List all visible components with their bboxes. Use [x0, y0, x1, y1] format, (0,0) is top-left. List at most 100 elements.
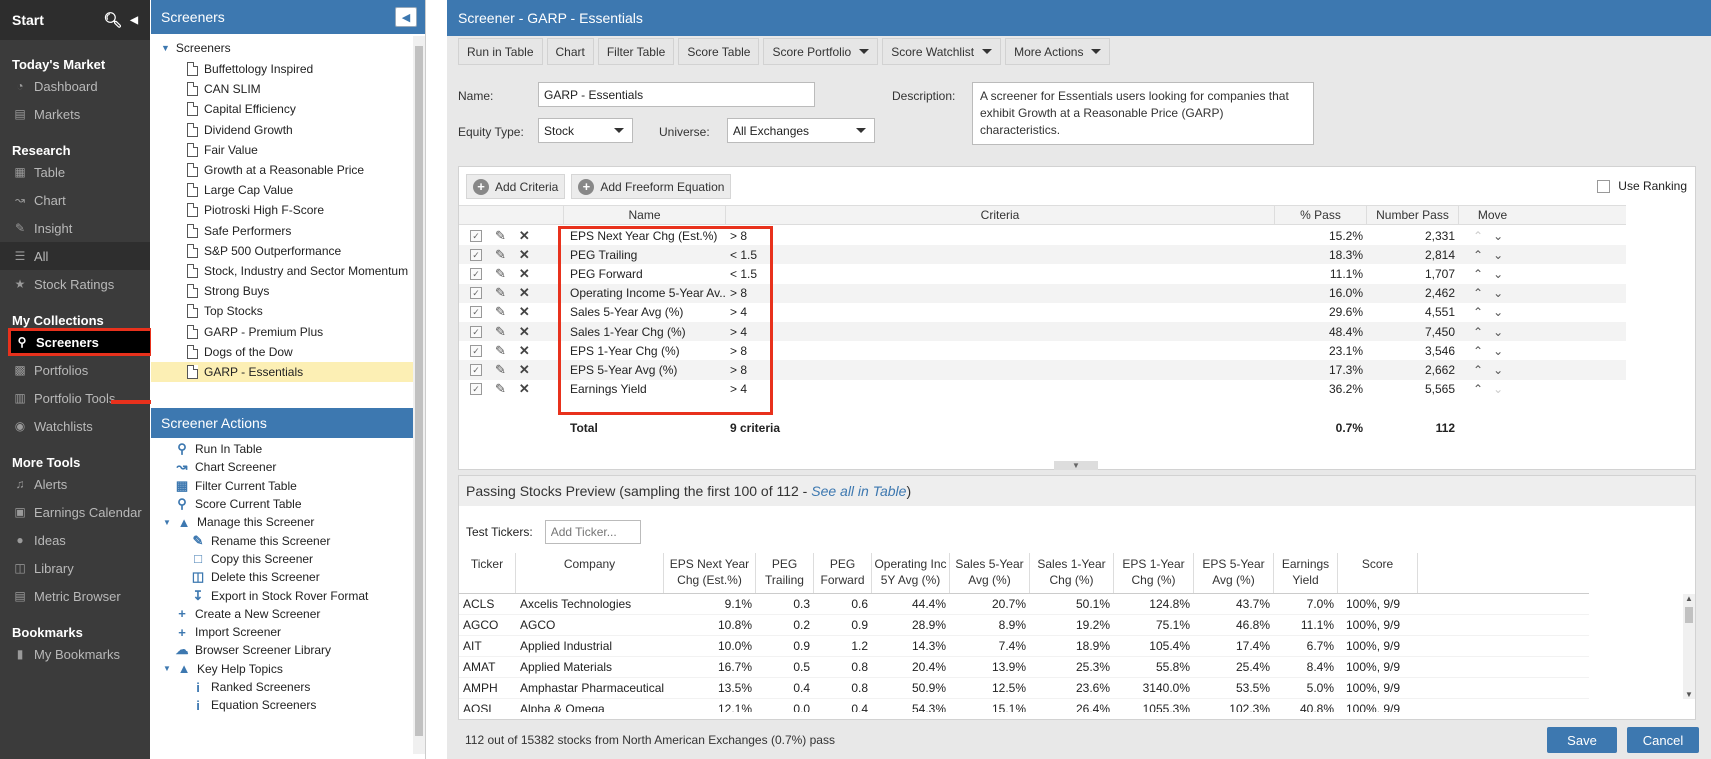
edit-icon[interactable]: ✎: [495, 343, 506, 359]
checkbox-icon[interactable]: ✓: [470, 229, 482, 242]
criteria-value[interactable]: > 8: [726, 286, 1275, 300]
action-delete-this-screener[interactable]: ◫ Delete this Screener: [163, 568, 425, 586]
move-down-icon[interactable]: ⌄: [1493, 248, 1503, 262]
move-down-icon[interactable]: ⌄: [1493, 363, 1503, 377]
delete-icon[interactable]: ✕: [519, 247, 530, 263]
col-number-pass[interactable]: Number Pass: [1367, 206, 1459, 224]
nav-item-portfolios[interactable]: ▩ Portfolios: [0, 356, 150, 384]
tree-item[interactable]: GARP - Essentials: [151, 361, 425, 382]
nav-item-chart[interactable]: ↝ Chart: [0, 186, 150, 214]
move-up-icon[interactable]: ⌃: [1473, 229, 1483, 243]
move-down-icon[interactable]: ⌄: [1493, 229, 1503, 243]
edit-icon[interactable]: ✎: [495, 247, 506, 263]
see-all-link[interactable]: See all in Table: [811, 483, 906, 499]
nav-item-all[interactable]: ☰ All: [0, 242, 150, 270]
nav-item-markets[interactable]: ▤ Markets: [0, 100, 150, 128]
search-icon[interactable]: 🔍︎: [103, 11, 122, 29]
nav-item-watchlists[interactable]: ◉ Watchlists: [0, 412, 150, 440]
checkbox-icon[interactable]: ✓: [470, 344, 482, 357]
delete-icon[interactable]: ✕: [519, 304, 530, 320]
move-down-icon[interactable]: ⌄: [1493, 286, 1503, 300]
toolbar-score-table-button[interactable]: Score Table: [678, 38, 760, 65]
move-down-icon[interactable]: ⌄: [1493, 344, 1503, 358]
toolbar-filter-table-button[interactable]: Filter Table: [597, 38, 675, 65]
action-copy-this-screener[interactable]: □ Copy this Screener: [163, 550, 425, 568]
action-equation-screeners[interactable]: i Equation Screeners: [163, 696, 425, 714]
table-row[interactable]: AIT Applied Industrial 10.0% 0.9 1.2 14.3% 7.4…: [459, 636, 1589, 657]
preview-col-header[interactable]: EPS Next Year Chg (Est.%): [664, 553, 756, 593]
delete-icon[interactable]: ✕: [519, 343, 530, 359]
nav-item-insight[interactable]: ✎ Insight: [0, 214, 150, 242]
delete-icon[interactable]: ✕: [519, 381, 530, 397]
use-ranking[interactable]: Use Ranking: [1597, 179, 1687, 193]
action-score-current-table[interactable]: ⚲ Score Current Table: [163, 495, 425, 513]
preview-col-header[interactable]: Earnings Yield: [1274, 553, 1338, 593]
delete-icon[interactable]: ✕: [519, 362, 530, 378]
edit-icon[interactable]: ✎: [495, 362, 506, 378]
move-up-icon[interactable]: ⌃: [1473, 344, 1483, 358]
nav-item-dashboard[interactable]: ◔ Dashboard: [0, 72, 150, 100]
preview-col-header[interactable]: Operating Inc 5Y Avg (%): [872, 553, 950, 593]
move-up-icon[interactable]: ⌃: [1473, 248, 1483, 262]
checkbox-icon[interactable]: ✓: [470, 363, 482, 376]
preview-col-header[interactable]: PEG Forward: [814, 553, 872, 593]
nav-item-my-bookmarks[interactable]: ▮ My Bookmarks: [0, 640, 150, 668]
cancel-button[interactable]: Cancel: [1627, 727, 1699, 753]
criteria-value[interactable]: < 1.5: [726, 248, 1275, 262]
checkbox-icon[interactable]: ✓: [470, 383, 482, 396]
tree-item[interactable]: S&P 500 Outperformance: [151, 241, 425, 261]
preview-col-header[interactable]: PEG Trailing: [756, 553, 814, 593]
action-ranked-screeners[interactable]: i Ranked Screeners: [163, 678, 425, 696]
move-down-icon[interactable]: ⌄: [1493, 382, 1503, 396]
nav-item-ideas[interactable]: ● Ideas: [0, 526, 150, 554]
test-ticker-input[interactable]: [544, 520, 641, 544]
move-up-icon[interactable]: ⌃: [1473, 286, 1483, 300]
action-export-in-stock-rover-format[interactable]: ↧ Export in Stock Rover Format: [163, 586, 425, 604]
delete-icon[interactable]: ✕: [519, 324, 530, 340]
name-field[interactable]: GARP - Essentials: [538, 82, 815, 107]
criteria-value[interactable]: > 4: [726, 325, 1275, 339]
nav-item-table[interactable]: ▦ Table: [0, 158, 150, 186]
col-criteria[interactable]: Criteria: [726, 206, 1275, 224]
nav-item-library[interactable]: ◫ Library: [0, 554, 150, 582]
criteria-value[interactable]: > 8: [726, 344, 1275, 358]
tree-item[interactable]: CAN SLIM: [151, 79, 425, 99]
edit-icon[interactable]: ✎: [495, 304, 506, 320]
splitter-handle[interactable]: ▼: [1054, 461, 1098, 470]
move-up-icon[interactable]: ⌃: [1473, 305, 1483, 319]
nav-item-alerts[interactable]: ♫ Alerts: [0, 470, 150, 498]
tree-item[interactable]: Dogs of the Dow: [151, 342, 425, 362]
nav-item-metric-browser[interactable]: ▤ Metric Browser: [0, 582, 150, 610]
action-manage-this-screener[interactable]: ▼ ▲ Manage this Screener: [163, 513, 425, 531]
action-run-in-table[interactable]: ⚲ Run In Table: [163, 440, 425, 458]
move-up-icon[interactable]: ⌃: [1473, 363, 1483, 377]
tree-item[interactable]: Top Stocks: [151, 301, 425, 321]
col-name[interactable]: Name: [564, 206, 726, 224]
edit-icon[interactable]: ✎: [495, 381, 506, 397]
start-label[interactable]: Start: [12, 12, 44, 28]
table-row[interactable]: AOSL Alpha & Omega 12.1% 0.0 0.4 54.3% 15.1% 26…: [459, 699, 1589, 712]
preview-col-header[interactable]: EPS 1-Year Chg (%): [1114, 553, 1194, 593]
preview-col-header[interactable]: Ticker: [459, 553, 516, 593]
nav-item-earnings-calendar[interactable]: ▣ Earnings Calendar: [0, 498, 150, 526]
tree-item[interactable]: Buffettology Inspired: [151, 59, 425, 79]
criteria-value[interactable]: < 1.5: [726, 267, 1275, 281]
move-up-icon[interactable]: ⌃: [1473, 382, 1483, 396]
scrollbar[interactable]: [413, 36, 425, 754]
edit-icon[interactable]: ✎: [495, 228, 506, 244]
move-up-icon[interactable]: ⌃: [1473, 267, 1483, 281]
criteria-value[interactable]: > 4: [726, 305, 1275, 319]
description-field[interactable]: A screener for Essentials users looking …: [972, 82, 1314, 145]
table-row[interactable]: AMAT Applied Materials 16.7% 0.5 0.8 20.4% 13.…: [459, 657, 1589, 678]
criteria-value[interactable]: > 4: [726, 382, 1275, 396]
preview-col-header[interactable]: Score: [1338, 553, 1418, 593]
preview-col-header[interactable]: EPS 5-Year Avg (%): [1194, 553, 1274, 593]
tree-item[interactable]: Piotroski High F-Score: [151, 200, 425, 220]
preview-col-header[interactable]: Sales 1-Year Chg (%): [1030, 553, 1114, 593]
add-criteria-button[interactable]: + Add Criteria: [466, 174, 566, 199]
action-import-screener[interactable]: + Import Screener: [163, 623, 425, 641]
move-down-icon[interactable]: ⌄: [1493, 325, 1503, 339]
action-filter-current-table[interactable]: ▦ Filter Current Table: [163, 477, 425, 495]
preview-col-header[interactable]: Sales 5-Year Avg (%): [950, 553, 1030, 593]
checkbox-icon[interactable]: ✓: [470, 267, 482, 280]
